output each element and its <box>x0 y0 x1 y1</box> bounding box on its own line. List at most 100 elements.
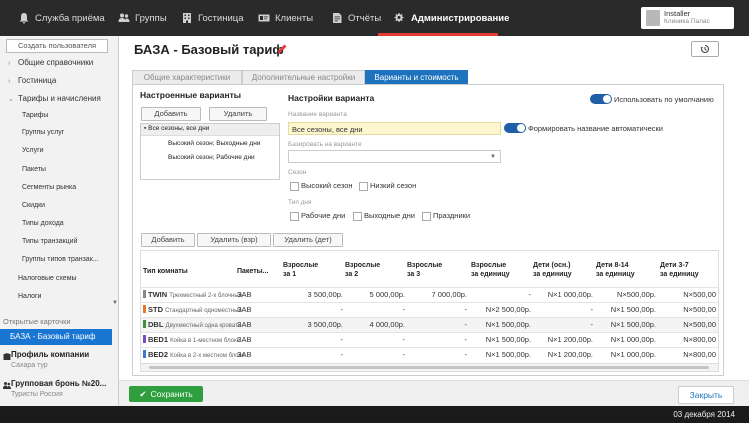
price-cell[interactable]: N×1 000,00р. <box>533 288 593 302</box>
col-children-main[interactable]: Дети (осн.) за единицу <box>533 261 572 279</box>
use-default-toggle[interactable] <box>590 94 612 104</box>
col-adults-unit[interactable]: Взрослые за единицу <box>471 261 510 279</box>
price-cell[interactable]: N×1 500,00р. <box>471 348 531 362</box>
variant-name-input[interactable]: Все сезоны, все дни <box>288 122 501 135</box>
col-room-type[interactable]: Тип комнаты <box>143 267 188 276</box>
nav-groups[interactable]: Группы <box>118 10 167 26</box>
sidebar-item-packages[interactable]: Пакеты <box>22 163 46 177</box>
sidebar-item-market-segments[interactable]: Сегменты рынка <box>22 181 76 195</box>
price-cell[interactable]: N×1 500,00р. <box>471 333 531 347</box>
add-variant-button[interactable]: Добавить <box>141 107 201 121</box>
low-season-checkbox[interactable] <box>359 182 368 191</box>
tree-node-high-workdays[interactable]: Высокий сезон; Рабочие дни <box>168 154 255 161</box>
pencil-icon[interactable] <box>277 43 288 54</box>
sidebar-group-hotel[interactable]: › Гостиница <box>0 74 56 88</box>
sidebar-item-service-groups[interactable]: Группы услуг <box>22 126 64 140</box>
price-cell[interactable]: N×800,00 <box>660 333 716 347</box>
save-button[interactable]: ✔ Сохранить <box>129 386 203 402</box>
price-cell[interactable]: N×500,00 <box>660 303 716 317</box>
open-card-title[interactable]: Профиль компании <box>11 350 89 359</box>
tree-node-high-weekend[interactable]: Высокий сезон; Выходные дни <box>168 140 260 147</box>
open-card-active[interactable]: БАЗА - Базовый тариф <box>0 329 112 345</box>
tab-additional-settings[interactable]: Дополнительные настройки <box>242 70 365 85</box>
nav-service-desk[interactable]: Служба приёма <box>18 10 105 26</box>
price-cell[interactable]: N×500,00 <box>660 288 716 302</box>
price-cell[interactable]: N×500,00р. <box>596 288 656 302</box>
grid-add-button[interactable]: Добавить <box>141 233 195 247</box>
open-card-title[interactable]: Групповая бронь №20... <box>11 379 106 388</box>
price-cell[interactable]: N×500,00 <box>660 318 716 332</box>
price-cell[interactable]: 7 000,00р. <box>407 288 467 302</box>
col-children-8-14[interactable]: Дети 8-14 за единицу <box>596 261 635 279</box>
price-cell[interactable]: - <box>533 318 594 332</box>
sidebar-item-income-types[interactable]: Типы дохода <box>22 217 64 231</box>
price-cell[interactable]: - <box>533 303 594 317</box>
price-cell[interactable]: - <box>407 318 468 332</box>
table-row[interactable]: DBL Двухместный одна кровать ЗАВ 3 500,0… <box>141 317 718 332</box>
sidebar-item-tax-schemes[interactable]: Налоговые схемы <box>18 272 77 286</box>
price-cell[interactable]: 4 000,00р. <box>345 318 405 332</box>
weekends-checkbox[interactable] <box>353 212 362 221</box>
table-row[interactable]: TWIN Трехместный 2-х блочный ЗАВ 3 500,0… <box>141 287 718 302</box>
price-cell[interactable]: 3 500,00р. <box>283 318 343 332</box>
workdays-checkbox[interactable] <box>290 212 299 221</box>
close-button[interactable]: Закрыть <box>678 386 734 404</box>
sidebar-item-transaction-type-groups[interactable]: Группы типов транзак... <box>22 253 99 267</box>
sidebar-item-discounts[interactable]: Скидки <box>22 199 45 213</box>
price-cell[interactable]: - <box>345 303 406 317</box>
col-packages[interactable]: Пакеты... <box>237 267 268 276</box>
price-cell[interactable]: N×1 200,00р. <box>533 348 593 362</box>
holidays-checkbox[interactable] <box>422 212 431 221</box>
price-cell[interactable]: N×1 000,00р. <box>596 348 656 362</box>
tree-node-all-seasons[interactable]: ▪ Все сезоны, все дни <box>144 125 209 132</box>
history-button[interactable] <box>691 41 719 57</box>
table-row[interactable]: BED1 Койка в 1-местном блоке ЗАВ - - - N… <box>141 332 718 347</box>
price-cell[interactable]: - <box>283 303 344 317</box>
price-cell[interactable]: 3 500,00р. <box>283 288 343 302</box>
table-row[interactable]: BED2 Койка в 2-х местном блоке ЗАВ - - -… <box>141 347 718 362</box>
price-cell[interactable]: N×1 500,00р. <box>596 318 656 332</box>
sidebar-item-services[interactable]: Услуги <box>22 144 44 158</box>
price-cell[interactable]: - <box>283 333 344 347</box>
user-menu[interactable]: Installer Клиника Палас <box>641 7 734 29</box>
sidebar-item-transaction-types[interactable]: Типы транзакций <box>22 235 78 249</box>
col-adults-2[interactable]: Взрослые за 2 <box>345 261 380 279</box>
col-adults-1[interactable]: Взрослые за 1 <box>283 261 318 279</box>
scrollbar-thumb[interactable] <box>149 366 709 369</box>
sidebar-scroll-arrow[interactable]: ▼ <box>112 300 118 312</box>
grid-delete-adult-button[interactable]: Удалить (взр) <box>197 233 271 247</box>
auto-name-toggle[interactable] <box>504 123 526 133</box>
price-cell[interactable]: N×1 500,00р. <box>596 303 656 317</box>
price-cell[interactable]: - <box>407 348 468 362</box>
price-cell[interactable]: - <box>407 333 468 347</box>
delete-variant-button[interactable]: Удалить <box>209 107 267 121</box>
price-cell[interactable]: N×2 500,00р. <box>471 303 531 317</box>
price-cell[interactable]: - <box>407 303 468 317</box>
base-variant-select[interactable]: ▼ <box>288 150 501 163</box>
price-cell[interactable]: - <box>471 288 532 302</box>
col-children-3-7[interactable]: Дети 3-7 за единицу <box>660 261 699 279</box>
tab-variants-and-price[interactable]: Варианты и стоимость <box>365 70 468 85</box>
sidebar-group-tariffs[interactable]: ⌄ Тарифы и начисления <box>0 92 101 106</box>
sidebar-item-taxes[interactable]: Налоги <box>18 290 41 304</box>
price-cell[interactable]: - <box>345 333 406 347</box>
nav-reports[interactable]: Отчёты <box>331 10 381 26</box>
price-cell[interactable]: - <box>345 348 406 362</box>
sidebar-item-tariffs[interactable]: Тарифы <box>22 109 48 123</box>
price-cell[interactable]: 5 000,00р. <box>345 288 405 302</box>
sidebar-group-general[interactable]: › Общие справочники <box>0 56 93 70</box>
price-cell[interactable]: N×1 500,00р. <box>471 318 531 332</box>
grid-delete-child-button[interactable]: Удалить (дет) <box>273 233 343 247</box>
create-user-button[interactable]: Создать пользователя <box>6 39 108 53</box>
grid-horizontal-scrollbar[interactable] <box>141 363 718 371</box>
nav-clients[interactable]: Клиенты <box>258 10 313 26</box>
high-season-checkbox[interactable] <box>290 182 299 191</box>
nav-administration[interactable]: Администрирование <box>394 10 509 26</box>
price-cell[interactable]: N×1 200,00р. <box>533 333 593 347</box>
table-row[interactable]: STD Стандартный одноместный ЗАВ - - - N×… <box>141 302 718 317</box>
nav-hotel[interactable]: Гостиница <box>181 10 243 26</box>
tab-general[interactable]: Общие характеристики <box>132 70 242 85</box>
col-adults-3[interactable]: Взрослые за 3 <box>407 261 442 279</box>
price-cell[interactable]: - <box>283 348 344 362</box>
price-cell[interactable]: N×1 000,00р. <box>596 333 656 347</box>
